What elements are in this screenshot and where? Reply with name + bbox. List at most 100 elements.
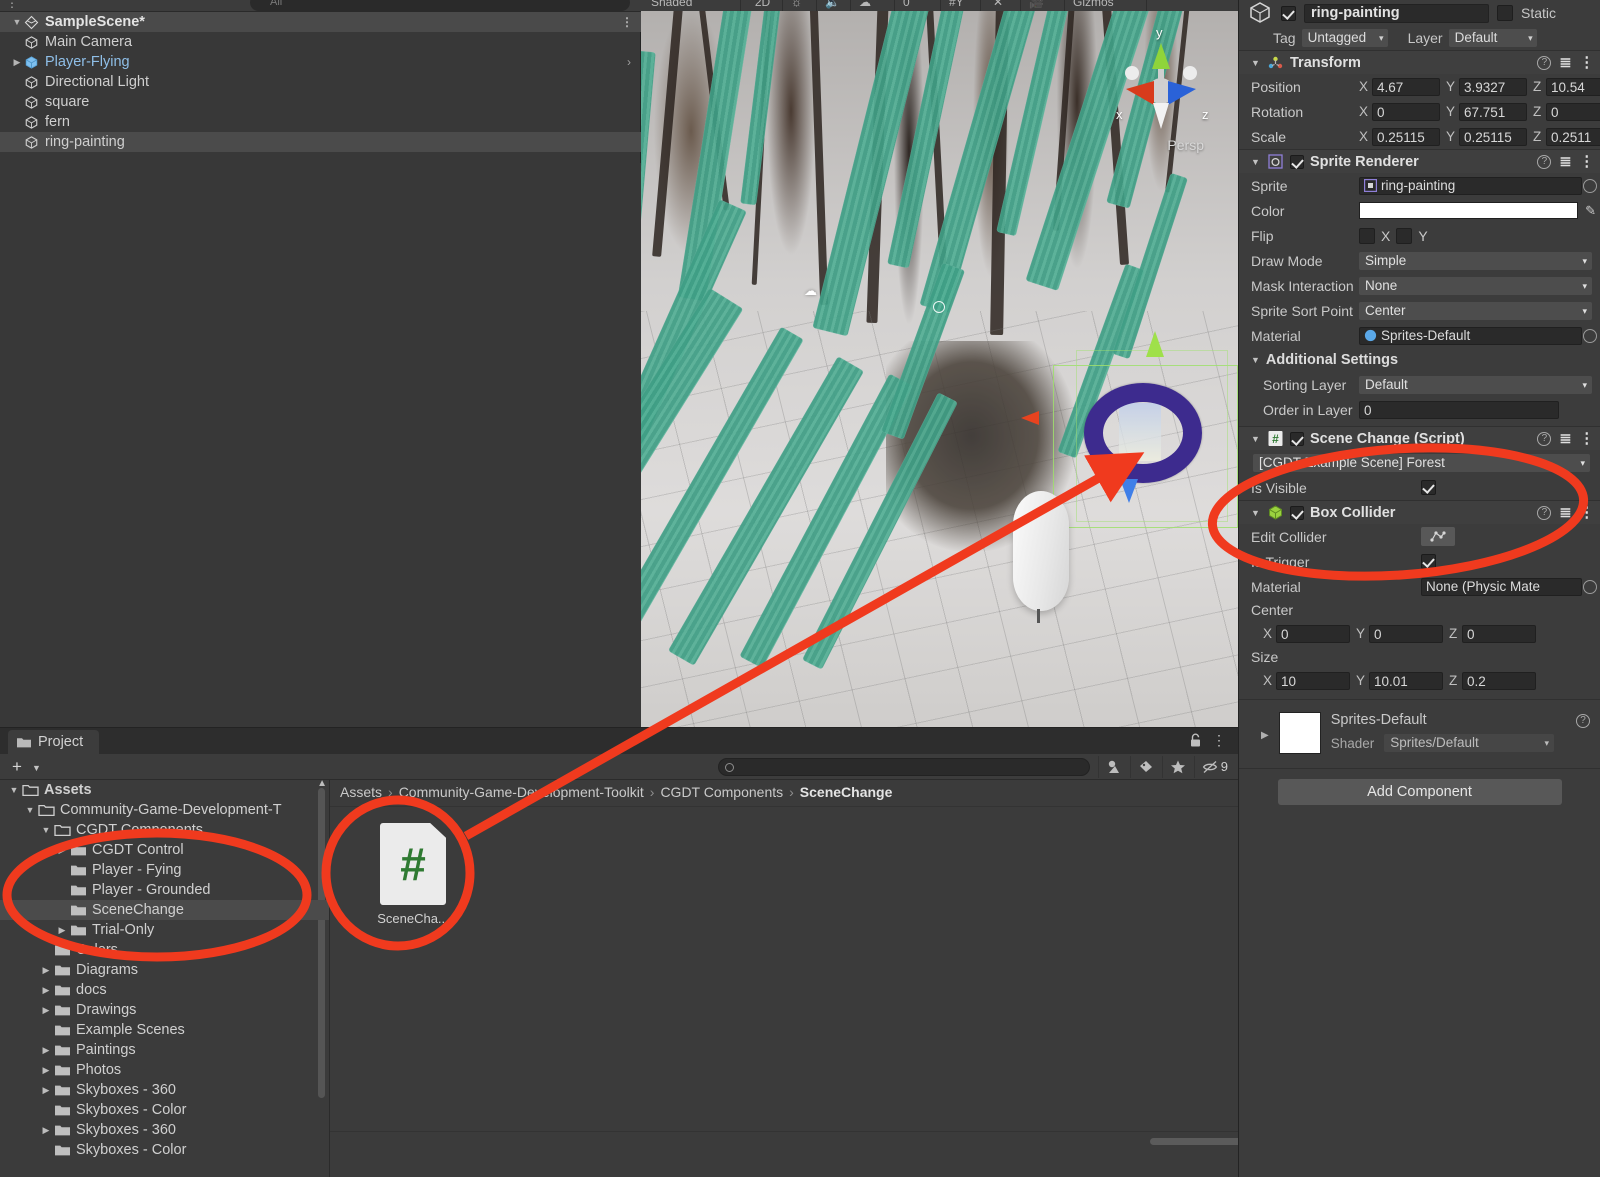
tab-project[interactable]: Project [8,730,100,754]
component-header-sprite-renderer[interactable]: ▼ Sprite Renderer ? ≣ ⋮ [1239,149,1600,173]
component-tools-icon[interactable]: ✕ [987,0,1021,11]
project-tree-item[interactable]: ▼ CGDT Components [0,820,329,840]
hierarchy-scene-row[interactable]: ▼ SampleScene* ⋮ [0,12,641,32]
edit-collider-button[interactable] [1421,527,1455,546]
layer-dropdown[interactable]: Default [1448,29,1537,47]
prefab-open-icon[interactable]: › [627,52,631,72]
project-tree-item[interactable]: Colors [0,940,329,960]
center-z-field[interactable]: 0 [1462,624,1536,643]
project-tree-item[interactable]: Player - Grounded [0,880,329,900]
component-menu-icon[interactable]: ⋮ [1580,154,1595,170]
hidden-objects-count[interactable]: 0 [897,0,941,11]
center-y-field[interactable]: 0 [1369,624,1443,643]
object-enabled-checkbox[interactable] [1281,5,1296,21]
player-capsule-object[interactable] [1013,491,1069,611]
mask-interaction-dropdown[interactable]: None [1359,276,1592,295]
create-asset-button[interactable]: + [12,757,22,777]
gizmo-arrow-x[interactable] [1021,411,1039,425]
preset-icon[interactable]: ≣ [1559,154,1571,170]
sprite-sort-point-dropdown[interactable]: Center [1359,301,1592,320]
hierarchy-menu-icon[interactable]: ⋮ [6,0,18,10]
size-z-field[interactable]: 0.2 [1462,671,1536,690]
help-icon[interactable]: ? [1537,506,1552,520]
material-object-field[interactable]: Sprites-Default [1359,326,1597,345]
gizmo-arrow-z[interactable] [1120,479,1138,503]
sorting-layer-dropdown[interactable]: Default [1359,375,1592,394]
additional-settings-header[interactable]: ▼ Additional Settings [1239,348,1600,372]
help-icon[interactable]: ? [1537,155,1552,169]
foldout-icon[interactable]: ▼ [38,820,54,840]
search-by-type-icon[interactable] [1098,756,1128,778]
help-icon[interactable]: ? [1576,714,1590,728]
project-tree-item[interactable]: SceneChange [0,900,329,920]
tag-dropdown[interactable]: Untagged [1301,29,1388,47]
foldout-icon[interactable]: ▶ [38,1120,54,1140]
component-header-box-collider[interactable]: ▼ Box Collider ? ≣ ⋮ [1239,500,1600,524]
project-tree-item[interactable]: ▶ Paintings [0,1040,329,1060]
component-header-scene-change[interactable]: ▼ # Scene Change (Script) ? ≣ ⋮ [1239,426,1600,450]
project-tree-item[interactable]: ▶ Photos [0,1060,329,1080]
preset-icon[interactable]: ≣ [1559,505,1571,521]
hidden-packages-icon[interactable] [1194,756,1224,778]
foldout-icon[interactable]: ▶ [38,1080,54,1100]
project-menu-icon[interactable]: ⋮ [1212,732,1226,749]
project-tree-item[interactable]: ▶ Drawings [0,1000,329,1020]
grid-snapping-icon[interactable]: #Y [943,0,981,11]
gizmo-arrow-y[interactable] [1146,331,1164,357]
sprite-renderer-enabled-checkbox[interactable] [1290,154,1304,169]
scene-view[interactable]: ☁ y x z Persp Shaded 2D ☼ 🔈 ☁ 0 #Y ✕ 🎥 G… [641,0,1238,727]
asset-item-scenechange[interactable]: # SceneCha... [358,823,468,926]
project-tree-item[interactable]: ▶ docs [0,980,329,1000]
shader-dropdown[interactable]: Sprites/Default [1384,734,1554,752]
hierarchy-item-fern[interactable]: fern [0,112,641,132]
foldout-icon[interactable]: ▼ [22,800,38,820]
foldout-icon[interactable]: ▶ [38,960,54,980]
project-tree-item[interactable]: ▼ Community-Game-Development-T [0,800,329,820]
hierarchy-item-player-flying[interactable]: ▶ Player-Flying › [0,52,641,72]
hierarchy-item-main-camera[interactable]: Main Camera [0,32,641,52]
size-x-field[interactable]: 10 [1276,671,1350,690]
foldout-icon[interactable]: ▶ [54,840,70,860]
eyedropper-icon[interactable]: ✎ [1585,203,1596,219]
camera-settings-icon[interactable]: 🎥 [1023,0,1065,11]
search-by-label-icon[interactable] [1130,756,1160,778]
foldout-icon[interactable]: ▶ [38,980,54,1000]
scene-change-enabled-checkbox[interactable] [1290,431,1304,446]
add-component-button[interactable]: Add Component [1277,779,1562,805]
foldout-icon[interactable]: ▼ [1251,157,1261,167]
hierarchy-search-input[interactable]: All [250,0,630,11]
project-tree-item[interactable]: ▶ Skyboxes - 360 [0,1120,329,1140]
foldout-icon[interactable]: ▼ [1251,434,1261,444]
shading-mode-dropdown[interactable]: Shaded [645,0,741,11]
center-x-field[interactable]: 0 [1276,624,1350,643]
scene-orientation-gizmo[interactable]: y x z [1106,25,1216,144]
favorites-star-icon[interactable] [1162,756,1192,778]
foldout-icon[interactable]: ▼ [1251,355,1260,365]
scene-context-menu-icon[interactable]: ⋮ [621,12,633,32]
project-tree-item[interactable]: Skyboxes - Color [0,1100,329,1120]
asset-grid-scrollbar[interactable] [330,1131,1270,1151]
position-x-field[interactable]: 4.67 [1372,77,1440,96]
rotation-x-field[interactable]: 0 [1372,102,1440,121]
physic-material-field[interactable]: None (Physic Mate [1421,577,1597,596]
component-menu-icon[interactable]: ⋮ [1580,55,1595,71]
size-y-field[interactable]: 10.01 [1369,671,1443,690]
foldout-icon[interactable]: ▼ [6,780,22,800]
scale-x-field[interactable]: 0.25115 [1372,127,1440,146]
audio-toggle-icon[interactable]: 🔈 [819,0,851,11]
breadcrumb-item-scenechange[interactable]: SceneChange [800,784,893,800]
order-in-layer-field[interactable]: 0 [1359,400,1559,419]
project-tree-item[interactable]: ▶ CGDT Control [0,840,329,860]
project-tree-item[interactable]: ▼ Assets [0,780,329,800]
component-header-transform[interactable]: ▼ Transform ? ≣ ⋮ [1239,50,1600,74]
hierarchy-item-square[interactable]: square [0,92,641,112]
scale-z-field[interactable]: 0.2511 [1546,127,1600,146]
component-menu-icon[interactable]: ⋮ [1580,431,1595,447]
scene-foldout-icon[interactable]: ▼ [10,12,24,32]
flip-x-checkbox[interactable] [1359,227,1375,244]
color-swatch-field[interactable] [1359,202,1578,219]
object-picker-icon[interactable] [1583,328,1597,343]
project-tree-item[interactable]: ▶ Skyboxes - 360 [0,1080,329,1100]
foldout-icon[interactable]: ▼ [1251,58,1261,68]
breadcrumb-item-toolkit[interactable]: Community-Game-Development-Toolkit [399,784,644,800]
